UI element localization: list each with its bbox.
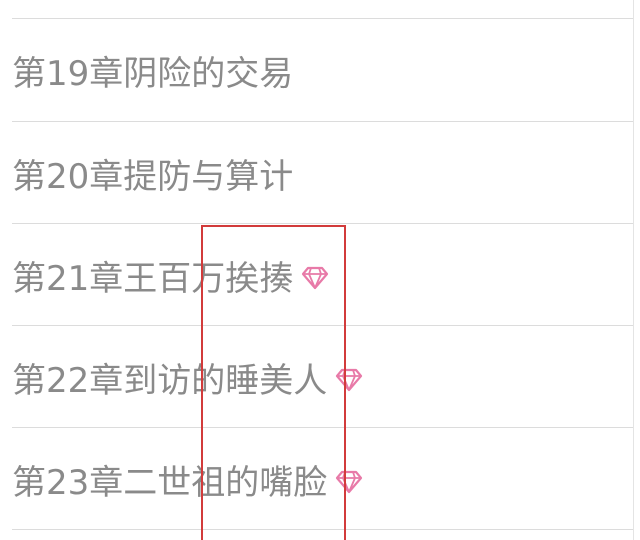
- row-divider: [12, 529, 633, 530]
- chapter-title: 第21章王百万挨揍: [12, 258, 294, 299]
- chapter-title: 第22章到访的睡美人: [12, 360, 328, 401]
- chapter-row-22[interactable]: 第22章到访的睡美人: [0, 326, 633, 428]
- chapter-title: 第19章阴险的交易: [12, 53, 294, 94]
- diamond-icon: [301, 263, 329, 291]
- diamond-icon: [335, 467, 363, 495]
- chapter-row-23[interactable]: 第23章二世祖的嘴脸: [0, 428, 633, 530]
- chapter-row-21[interactable]: 第21章王百万挨揍: [0, 224, 633, 326]
- diamond-icon: [335, 365, 363, 393]
- chapter-row-19[interactable]: 第19章阴险的交易: [0, 19, 633, 121]
- chapter-row-20[interactable]: 第20章提防与算计: [0, 122, 633, 224]
- chapter-list[interactable]: 第19章阴险的交易 第20章提防与算计 第21章王百万挨揍 第22章到访的睡美人: [0, 0, 634, 540]
- reader-chapter-page: 第19章阴险的交易 第20章提防与算计 第21章王百万挨揍 第22章到访的睡美人: [0, 0, 640, 540]
- chapter-title: 第20章提防与算计: [12, 156, 294, 197]
- chapter-title: 第23章二世祖的嘴脸: [12, 462, 328, 503]
